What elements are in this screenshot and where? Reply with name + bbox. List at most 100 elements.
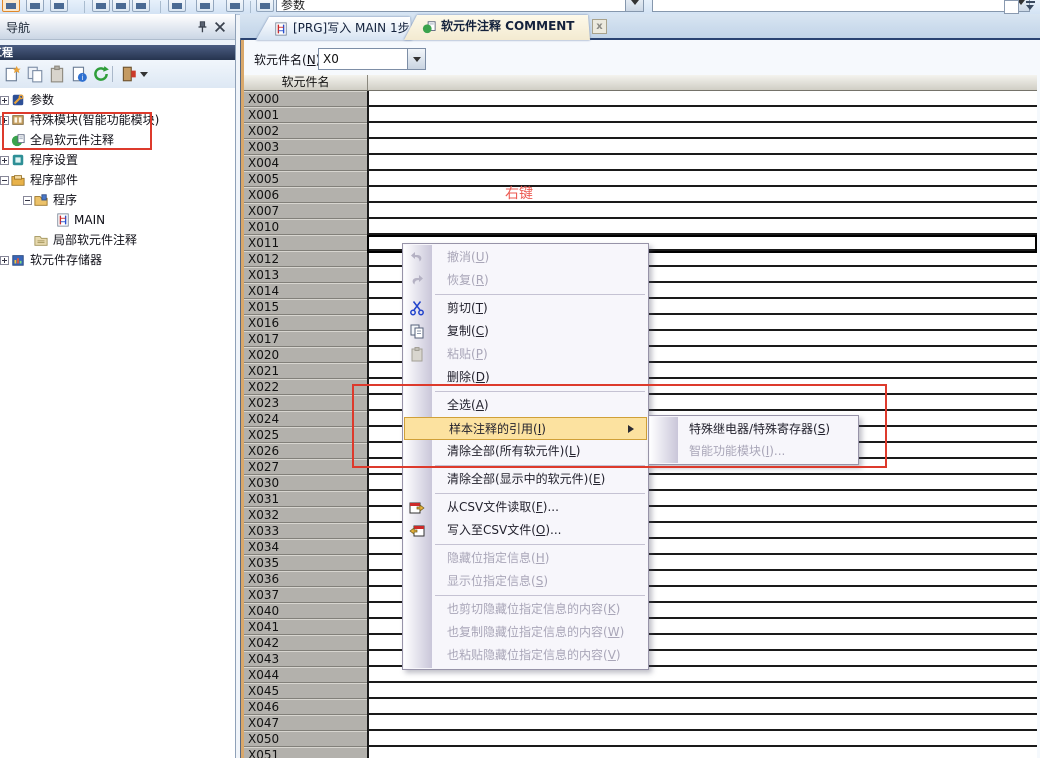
device-name-cell[interactable]: X032 [244, 507, 367, 523]
device-name-cell[interactable]: X034 [244, 539, 367, 555]
comment-cell[interactable] [367, 187, 1037, 203]
device-name-cell[interactable]: X004 [244, 155, 367, 171]
toolbar-fragment[interactable] [226, 0, 244, 12]
toolbar-fragment[interactable] [92, 0, 110, 12]
device-name-cell[interactable]: X010 [244, 219, 367, 235]
refresh-icon[interactable] [92, 65, 110, 83]
sidebar-item-ladder-program[interactable]: MAIN [0, 210, 235, 230]
sidebar-item-local-comment[interactable]: 局部软元件注释 [0, 230, 235, 250]
device-name-cell[interactable]: X000 [244, 91, 367, 107]
toolbar-fragment[interactable] [132, 0, 150, 12]
expand-icon[interactable] [0, 96, 9, 105]
device-name-cell[interactable]: X046 [244, 699, 367, 715]
menu-item[interactable]: 复制(C) [403, 320, 648, 343]
device-name-cell[interactable]: X027 [244, 459, 367, 475]
comment-cell[interactable] [367, 747, 1037, 758]
comment-cell[interactable] [367, 715, 1037, 731]
device-name-cell[interactable]: X024 [244, 411, 367, 427]
device-name-cell[interactable]: X007 [244, 203, 367, 219]
toolbar-fragment[interactable] [168, 0, 186, 12]
comment-cell[interactable] [367, 683, 1037, 699]
combo-dropdown-button[interactable] [625, 0, 643, 11]
device-name-cell[interactable]: X026 [244, 443, 367, 459]
comment-cell[interactable] [367, 123, 1037, 139]
comment-cell[interactable] [367, 171, 1037, 187]
sidebar-item-device-memory[interactable]: 软元件存储器 [0, 250, 235, 270]
device-name-cell[interactable]: X030 [244, 475, 367, 491]
toolbar-fragment[interactable] [26, 0, 44, 12]
comment-cell[interactable] [367, 731, 1037, 747]
device-name-cell[interactable]: X013 [244, 267, 367, 283]
device-name-cell[interactable]: X015 [244, 299, 367, 315]
comment-cell[interactable] [367, 155, 1037, 171]
sidebar-item-program-folder[interactable]: 程序 [0, 190, 235, 210]
device-name-cell[interactable]: X035 [244, 555, 367, 571]
device-name-cell[interactable]: X001 [244, 107, 367, 123]
menu-item[interactable]: 清除全部(显示中的软元件)(E) [403, 468, 648, 491]
toolbar-fragment-selected[interactable] [2, 0, 20, 12]
sidebar-item-pou[interactable]: 程序部件 [0, 170, 235, 190]
new-window-icon[interactable] [1004, 0, 1019, 14]
tab-program-main[interactable]: [PRG]写入 MAIN 1步 [256, 17, 412, 40]
device-name-cell[interactable]: X037 [244, 587, 367, 603]
device-name-cell[interactable]: X016 [244, 315, 367, 331]
copy-data-icon[interactable] [26, 65, 44, 83]
device-name-cell[interactable]: X011 [244, 235, 367, 251]
expand-icon[interactable] [0, 256, 9, 265]
new-data-icon[interactable] [4, 65, 22, 83]
device-name-cell[interactable]: X047 [244, 715, 367, 731]
device-name-cell[interactable]: X005 [244, 171, 367, 187]
sidebar-item-parameter[interactable]: 参数 [0, 90, 235, 110]
comment-cell[interactable] [367, 203, 1037, 219]
device-name-cell[interactable]: X051 [244, 747, 367, 758]
tab-close-icon[interactable]: x [592, 19, 607, 34]
expand-icon[interactable] [0, 156, 9, 165]
device-name-cell[interactable]: X012 [244, 251, 367, 267]
device-name-cell[interactable]: X042 [244, 635, 367, 651]
device-name-cell[interactable]: X040 [244, 603, 367, 619]
tab-device-comment[interactable]: 软元件注释 COMMENT [404, 15, 590, 40]
device-name-cell[interactable]: X022 [244, 379, 367, 395]
pin-icon[interactable] [195, 20, 209, 34]
comment-cell[interactable] [367, 699, 1037, 715]
toolbar-overflow-icon[interactable] [1026, 1, 1036, 14]
toolbar-fragment[interactable] [256, 0, 274, 12]
menu-item[interactable]: 剪切(T) [403, 297, 648, 320]
toolbar-combo-parameter[interactable]: 参数 [276, 0, 644, 12]
device-name-cell[interactable]: X036 [244, 571, 367, 587]
device-name-cell[interactable]: X017 [244, 331, 367, 347]
device-name-cell[interactable]: X041 [244, 619, 367, 635]
device-name-cell[interactable]: X033 [244, 523, 367, 539]
device-name-cell[interactable]: X020 [244, 347, 367, 363]
device-name-cell[interactable]: X050 [244, 731, 367, 747]
data-property-icon[interactable]: i [70, 65, 88, 83]
device-name-cell[interactable]: X023 [244, 395, 367, 411]
collapse-icon[interactable] [23, 196, 32, 205]
menu-item[interactable]: 从CSV文件读取(F)... [403, 496, 648, 519]
device-name-cell[interactable]: X025 [244, 427, 367, 443]
device-name-cell[interactable]: X044 [244, 667, 367, 683]
comment-cell[interactable] [367, 139, 1037, 155]
toolbar-fragment[interactable] [196, 0, 214, 12]
combo-dropdown-button[interactable] [407, 49, 425, 69]
device-name-cell[interactable]: X006 [244, 187, 367, 203]
device-name-combo[interactable]: X0 [318, 48, 426, 70]
comment-cell[interactable] [367, 219, 1037, 235]
device-name-cell[interactable]: X031 [244, 491, 367, 507]
chevron-down-icon[interactable] [139, 65, 147, 83]
device-name-cell[interactable]: X014 [244, 283, 367, 299]
device-name-cell[interactable]: X021 [244, 363, 367, 379]
comment-cell[interactable] [367, 107, 1037, 123]
toolbar-combo-secondary[interactable] [652, 0, 1030, 12]
device-name-cell[interactable]: X043 [244, 651, 367, 667]
toolbar-fragment[interactable] [112, 0, 130, 12]
device-name-cell[interactable]: X002 [244, 123, 367, 139]
sidebar-item-program-setting[interactable]: 程序设置 [0, 150, 235, 170]
close-icon[interactable] [213, 20, 227, 34]
paste-data-icon[interactable] [48, 65, 66, 83]
toolbar-fragment[interactable] [50, 0, 68, 12]
device-name-cell[interactable]: X003 [244, 139, 367, 155]
device-name-cell[interactable]: X045 [244, 683, 367, 699]
menu-item[interactable]: 写入至CSV文件(O)... [403, 519, 648, 542]
sort-icon[interactable] [120, 65, 138, 83]
